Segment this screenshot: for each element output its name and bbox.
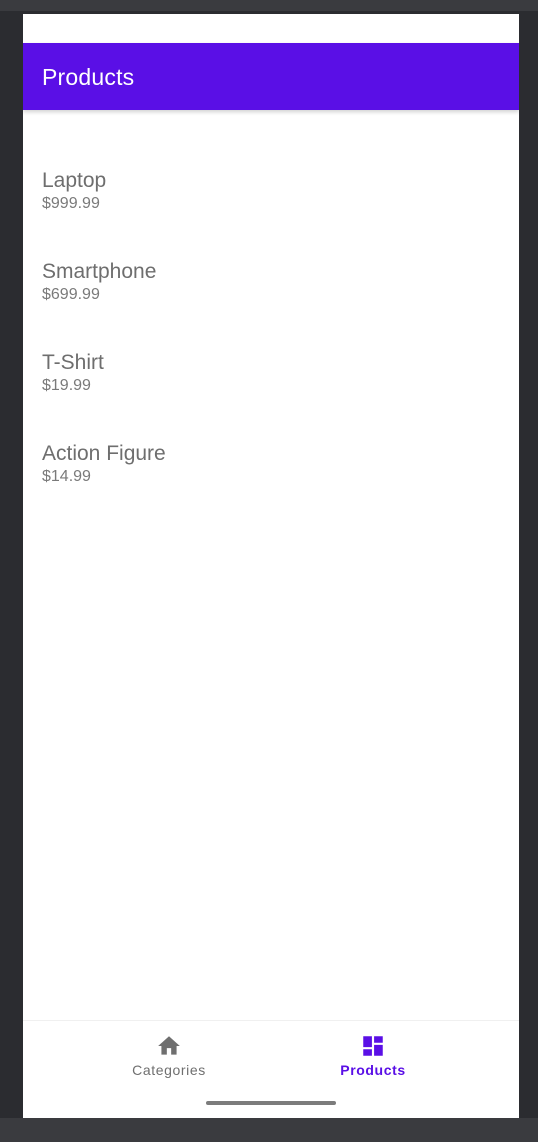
product-name: Smartphone: [42, 260, 157, 283]
page-title: Products: [42, 64, 135, 90]
nav-item-categories[interactable]: Categories: [69, 1021, 269, 1091]
gesture-handle[interactable]: [206, 1101, 336, 1105]
product-price: $699.99: [42, 286, 100, 303]
dashboard-icon: [363, 1036, 383, 1056]
nav-label-categories: Categories: [132, 1062, 206, 1078]
nav-item-products[interactable]: Products: [273, 1021, 473, 1091]
phone-screen: Products Laptop $999.99 Smartphone $699.…: [23, 14, 519, 1118]
product-item-smartphone[interactable]: Smartphone $699.99: [42, 258, 519, 349]
product-name: T-Shirt: [42, 351, 104, 374]
product-item-tshirt[interactable]: T-Shirt $19.99: [42, 349, 519, 440]
home-icon: [158, 1036, 180, 1055]
status-bar: [23, 14, 519, 43]
nav-label-products: Products: [340, 1062, 406, 1078]
product-item-action-figure[interactable]: Action Figure $14.99: [42, 440, 519, 531]
product-item-laptop[interactable]: Laptop $999.99: [42, 167, 519, 258]
product-price: $19.99: [42, 377, 91, 394]
window-bottom-frame: [0, 1118, 538, 1142]
product-price: $14.99: [42, 468, 91, 485]
app-bar: Products: [23, 43, 519, 110]
window-top-frame: [0, 0, 538, 11]
product-name: Action Figure: [42, 442, 166, 465]
product-price: $999.99: [42, 195, 100, 212]
product-list: Laptop $999.99 Smartphone $699.99 T-Shir…: [23, 110, 519, 531]
product-name: Laptop: [42, 169, 107, 192]
